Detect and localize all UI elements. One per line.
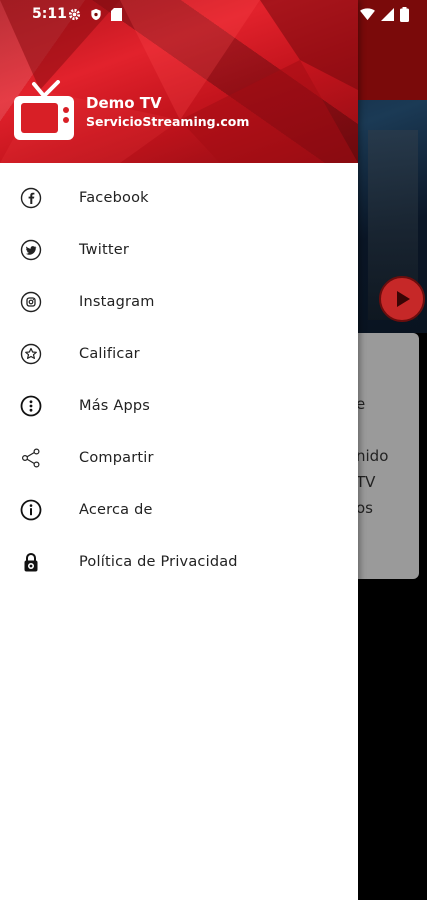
- twitter-icon: [19, 238, 43, 262]
- more-apps-icon: [19, 394, 43, 418]
- menu-label-mas-apps: Más Apps: [79, 398, 151, 414]
- signal-icon: [381, 8, 394, 21]
- menu-item-calificar[interactable]: Calificar: [0, 328, 358, 380]
- menu-label-acerca-de: Acerca de: [79, 502, 153, 518]
- menu-label-calificar: Calificar: [79, 346, 140, 362]
- play-button[interactable]: [379, 276, 425, 322]
- star-icon: [19, 342, 43, 366]
- app-website: ServicioStreaming.com: [86, 114, 250, 129]
- status-bar: 5:11: [0, 0, 427, 30]
- facebook-icon: [19, 186, 43, 210]
- menu-item-twitter[interactable]: Twitter: [0, 224, 358, 276]
- menu-label-facebook: Facebook: [79, 190, 149, 206]
- sd-card-icon: [111, 8, 122, 21]
- menu-item-mas-apps[interactable]: Más Apps: [0, 380, 358, 432]
- lock-icon: [19, 550, 43, 574]
- status-time: 5:11: [32, 6, 67, 22]
- card-text-2: nido: [356, 447, 389, 465]
- menu-item-instagram[interactable]: Instagram: [0, 276, 358, 328]
- menu-item-acerca-de[interactable]: Acerca de: [0, 484, 358, 536]
- info-icon: [19, 498, 43, 522]
- instagram-icon: [19, 290, 43, 314]
- navigation-drawer: Demo TV ServicioStreaming.com Facebook T…: [0, 0, 358, 900]
- wifi-icon: [360, 8, 375, 21]
- share-icon: [19, 446, 43, 470]
- play-icon: [397, 291, 410, 307]
- menu-item-facebook[interactable]: Facebook: [0, 172, 358, 224]
- menu-item-politica-privacidad[interactable]: Política de Privacidad: [0, 536, 358, 588]
- drawer-menu: Facebook Twitter Instagram Calificar Más…: [0, 172, 358, 588]
- card-text-4: os: [356, 499, 373, 517]
- shield-icon: [91, 8, 101, 21]
- app-title: Demo TV: [86, 94, 162, 112]
- menu-label-twitter: Twitter: [79, 242, 129, 258]
- menu-label-instagram: Instagram: [79, 294, 155, 310]
- menu-label-politica-privacidad: Política de Privacidad: [79, 554, 238, 570]
- settings-gear-icon: [68, 8, 81, 21]
- tv-logo-icon: [14, 80, 74, 140]
- menu-label-compartir: Compartir: [79, 450, 154, 466]
- battery-icon: [400, 7, 409, 22]
- card-text-3: TV: [356, 473, 376, 491]
- menu-item-compartir[interactable]: Compartir: [0, 432, 358, 484]
- gesture-navigation-handle[interactable]: [174, 889, 254, 893]
